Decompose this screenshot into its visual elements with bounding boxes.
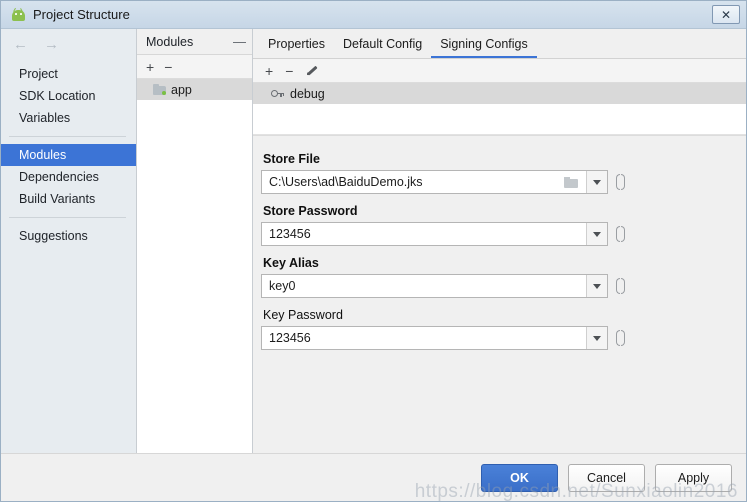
sidebar-item-dependencies[interactable]: Dependencies (1, 166, 136, 188)
sidebar-item-suggestions[interactable]: Suggestions (1, 225, 136, 247)
ok-button[interactable]: OK (481, 463, 558, 492)
modules-panel-title: Modules (146, 34, 194, 49)
key-password-row: 123456 (261, 326, 746, 350)
module-label: app (171, 82, 192, 97)
cancel-button[interactable]: Cancel (568, 463, 645, 492)
remove-signing-config-button[interactable]: − (285, 64, 293, 78)
store-file-variable-icon[interactable] (616, 174, 625, 190)
key-alias-value: key0 (269, 279, 296, 293)
modules-panel-header: Modules — (137, 29, 252, 55)
tab-signing-configs[interactable]: Signing Configs (431, 37, 537, 58)
dialog-body: ← → Project SDK Location Variables Modul… (1, 29, 746, 453)
key-password-value: 123456 (269, 331, 311, 345)
sidebar-item-modules[interactable]: Modules (1, 144, 136, 166)
key-password-dropdown-arrow[interactable] (586, 327, 607, 349)
store-file-row: C:\Users\ad\BaiduDemo.jks (261, 170, 746, 194)
back-arrow-icon[interactable]: ← (13, 37, 28, 52)
store-password-row: 123456 (261, 222, 746, 246)
signing-config-form: Store File C:\Users\ad\BaiduDemo.jks Sto… (253, 135, 746, 453)
dialog-footer: OK Cancel Apply https://blog.csdn.net/Su… (1, 453, 746, 502)
modules-panel: Modules — + − app (137, 29, 253, 453)
content-area: Properties Default Config Signing Config… (253, 29, 746, 453)
modules-toolbar: + − (137, 55, 252, 79)
field-group-store-file: Store File C:\Users\ad\BaiduDemo.jks (261, 152, 746, 194)
store-password-input[interactable]: 123456 (261, 222, 608, 246)
forward-arrow-icon[interactable]: → (44, 37, 59, 52)
field-group-store-password: Store Password 123456 (261, 204, 746, 246)
folder-browse-icon[interactable] (564, 176, 578, 188)
signing-configs-list: debug (253, 83, 746, 135)
key-alias-row: key0 (261, 274, 746, 298)
store-password-variable-icon[interactable] (616, 226, 625, 242)
collapse-icon[interactable]: — (233, 34, 246, 49)
pencil-icon[interactable] (304, 64, 318, 78)
remove-module-button[interactable]: − (164, 60, 172, 74)
title-bar: Project Structure ✕ (1, 1, 746, 29)
add-module-button[interactable]: + (146, 60, 154, 74)
nav-item-list: Project SDK Location Variables Modules D… (1, 59, 136, 247)
store-file-input[interactable]: C:\Users\ad\BaiduDemo.jks (261, 170, 608, 194)
modules-list: app (137, 79, 252, 453)
signing-config-label: debug (290, 86, 325, 101)
key-alias-input[interactable]: key0 (261, 274, 608, 298)
nav-history-controls: ← → (1, 29, 136, 59)
sidebar-item-build-variants[interactable]: Build Variants (1, 188, 136, 210)
add-signing-config-button[interactable]: + (265, 64, 273, 78)
close-icon[interactable]: ✕ (712, 5, 740, 24)
key-alias-label: Key Alias (263, 256, 319, 270)
key-icon (271, 89, 285, 98)
store-password-value: 123456 (269, 227, 311, 241)
store-file-value: C:\Users\ad\BaiduDemo.jks (269, 175, 423, 189)
signing-configs-toolbar: + − (253, 59, 746, 83)
sidebar-item-project[interactable]: Project (1, 63, 136, 85)
key-password-label: Key Password (263, 308, 343, 322)
tab-default-config[interactable]: Default Config (334, 37, 431, 58)
field-group-key-password: Key Password 123456 (261, 308, 746, 350)
nav-divider-1 (9, 136, 126, 137)
android-robot-icon (11, 7, 26, 21)
sidebar-item-sdk-location[interactable]: SDK Location (1, 85, 136, 107)
left-navigation: ← → Project SDK Location Variables Modul… (1, 29, 137, 453)
sidebar-item-variables[interactable]: Variables (1, 107, 136, 129)
key-alias-variable-icon[interactable] (616, 278, 625, 294)
list-item-module-app[interactable]: app (137, 79, 252, 100)
project-structure-dialog: Project Structure ✕ ← → Project SDK Loca… (0, 0, 747, 502)
store-password-label: Store Password (263, 204, 358, 218)
nav-divider-2 (9, 217, 126, 218)
key-alias-dropdown-arrow[interactable] (586, 275, 607, 297)
apply-button[interactable]: Apply (655, 463, 732, 492)
tab-properties[interactable]: Properties (259, 37, 334, 58)
key-password-variable-icon[interactable] (616, 330, 625, 346)
field-group-key-alias: Key Alias key0 (261, 256, 746, 298)
tab-bar: Properties Default Config Signing Config… (253, 29, 746, 59)
store-file-label: Store File (263, 152, 320, 166)
list-item-signing-config-debug[interactable]: debug (253, 83, 746, 104)
key-password-input[interactable]: 123456 (261, 326, 608, 350)
module-folder-icon (153, 84, 166, 95)
store-file-dropdown-arrow[interactable] (586, 171, 607, 193)
window-title: Project Structure (33, 7, 130, 22)
store-password-dropdown-arrow[interactable] (586, 223, 607, 245)
